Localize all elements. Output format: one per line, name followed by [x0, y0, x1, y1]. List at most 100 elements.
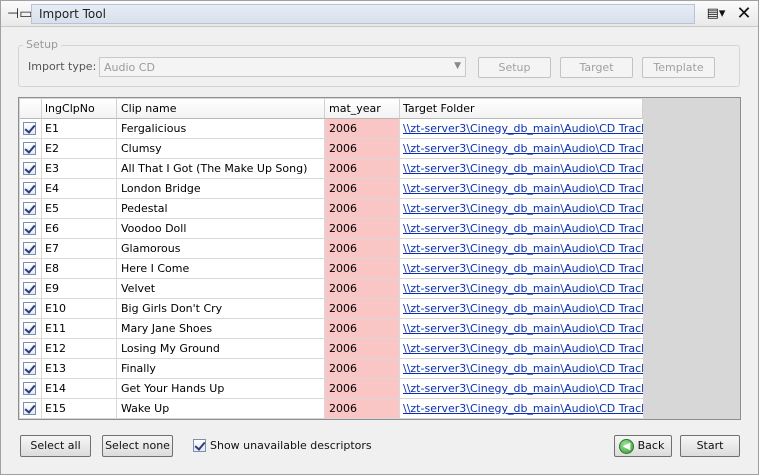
mat-year-cell[interactable]: 2006 [325, 179, 400, 199]
table-row[interactable]: E5 Pedestal 2006 \\zt-server3\Cinegy_db_mai… [20, 199, 643, 219]
mat-year-cell[interactable]: 2006 [325, 139, 400, 159]
mat-year-cell[interactable]: 2006 [325, 239, 400, 259]
target-folder-link[interactable]: \\zt-server3\Cinegy_db_main\Audio\CD Tra… [400, 279, 643, 299]
target-folder-link[interactable]: \\zt-server3\Cinegy_db_main\Audio\CD Tra… [400, 299, 643, 319]
target-folder-link[interactable]: \\zt-server3\Cinegy_db_main\Audio\CD Tra… [400, 219, 643, 239]
table-row[interactable]: E1 Fergalicious 2006 \\zt-server3\Cinegy_db… [20, 119, 643, 139]
template-button[interactable]: Template [642, 57, 715, 78]
row-checkbox[interactable] [23, 362, 36, 375]
row-checkbox[interactable] [23, 222, 36, 235]
clip-name-cell[interactable]: Glamorous [117, 239, 325, 259]
clip-number-cell[interactable]: E9 [42, 279, 117, 299]
clip-number-cell[interactable]: E5 [42, 199, 117, 219]
row-checkbox[interactable] [23, 342, 36, 355]
header-clip-name[interactable]: Clip name [117, 99, 325, 119]
clip-name-cell[interactable]: Wake Up [117, 399, 325, 419]
clip-name-cell[interactable]: Here I Come [117, 259, 325, 279]
mat-year-cell[interactable]: 2006 [325, 259, 400, 279]
table-row[interactable]: E13 Finally 2006 \\zt-server3\Cinegy_db_mai… [20, 359, 643, 379]
row-checkbox[interactable] [23, 182, 36, 195]
mat-year-cell[interactable]: 2006 [325, 279, 400, 299]
clip-name-cell[interactable]: Clumsy [117, 139, 325, 159]
table-row[interactable]: E14 Get Your Hands Up 2006 \\zt-server3\Cin… [20, 379, 643, 399]
row-checkbox[interactable] [23, 122, 36, 135]
start-button[interactable]: Start [680, 435, 740, 457]
table-row[interactable]: E3 All That I Got (The Make Up Song) 2006 \… [20, 159, 643, 179]
row-checkbox[interactable] [23, 202, 36, 215]
header-mat-year[interactable]: mat_year [325, 99, 400, 119]
table-row[interactable]: E15 Wake Up 2006 \\zt-server3\Cinegy_db_mai… [20, 399, 643, 419]
header-lngclpno[interactable]: lngClpNo [42, 99, 117, 119]
target-folder-link[interactable]: \\zt-server3\Cinegy_db_main\Audio\CD Tra… [400, 379, 643, 399]
row-checkbox[interactable] [23, 302, 36, 315]
table-row[interactable]: E12 Losing My Ground 2006 \\zt-server3\Cine… [20, 339, 643, 359]
row-checkbox[interactable] [23, 402, 36, 415]
clip-name-cell[interactable]: Mary Jane Shoes [117, 319, 325, 339]
row-checkbox[interactable] [23, 142, 36, 155]
table-row[interactable]: E8 Here I Come 2006 \\zt-server3\Cinegy_db_… [20, 259, 643, 279]
clip-name-cell[interactable]: Big Girls Don't Cry [117, 299, 325, 319]
target-folder-link[interactable]: \\zt-server3\Cinegy_db_main\Audio\CD Tra… [400, 199, 643, 219]
mat-year-cell[interactable]: 2006 [325, 159, 400, 179]
clip-name-cell[interactable]: Fergalicious [117, 119, 325, 139]
row-checkbox[interactable] [23, 382, 36, 395]
mat-year-cell[interactable]: 2006 [325, 319, 400, 339]
clip-number-cell[interactable]: E10 [42, 299, 117, 319]
clip-name-cell[interactable]: Get Your Hands Up [117, 379, 325, 399]
clip-name-cell[interactable]: Voodoo Doll [117, 219, 325, 239]
clip-name-cell[interactable]: London Bridge [117, 179, 325, 199]
row-checkbox[interactable] [23, 282, 36, 295]
clip-name-cell[interactable]: Finally [117, 359, 325, 379]
table-row[interactable]: E4 London Bridge 2006 \\zt-server3\Cinegy_d… [20, 179, 643, 199]
target-button[interactable]: Target [560, 57, 633, 78]
clip-number-cell[interactable]: E14 [42, 379, 117, 399]
target-folder-link[interactable]: \\zt-server3\Cinegy_db_main\Audio\CD Tra… [400, 139, 643, 159]
table-row[interactable]: E7 Glamorous 2006 \\zt-server3\Cinegy_db_ma… [20, 239, 643, 259]
target-folder-link[interactable]: \\zt-server3\Cinegy_db_main\Audio\CD Tra… [400, 239, 643, 259]
target-folder-link[interactable]: \\zt-server3\Cinegy_db_main\Audio\CD Tra… [400, 319, 643, 339]
mat-year-cell[interactable]: 2006 [325, 359, 400, 379]
back-button[interactable]: ◀ Back [614, 435, 672, 457]
clip-number-cell[interactable]: E1 [42, 119, 117, 139]
select-all-button[interactable]: Select all [20, 435, 91, 457]
clip-number-cell[interactable]: E13 [42, 359, 117, 379]
mat-year-cell[interactable]: 2006 [325, 219, 400, 239]
clip-name-cell[interactable]: All That I Got (The Make Up Song) [117, 159, 325, 179]
setup-button[interactable]: Setup [478, 57, 551, 78]
show-unavailable-checkbox[interactable] [193, 439, 206, 452]
target-folder-link[interactable]: \\zt-server3\Cinegy_db_main\Audio\CD Tra… [400, 159, 643, 179]
clip-number-cell[interactable]: E11 [42, 319, 117, 339]
table-row[interactable]: E10 Big Girls Don't Cry 2006 \\zt-server3\C… [20, 299, 643, 319]
target-folder-link[interactable]: \\zt-server3\Cinegy_db_main\Audio\CD Tra… [400, 259, 643, 279]
table-row[interactable]: E9 Velvet 2006 \\zt-server3\Cinegy_db_main\… [20, 279, 643, 299]
table-row[interactable]: E11 Mary Jane Shoes 2006 \\zt-server3\Cineg… [20, 319, 643, 339]
clip-number-cell[interactable]: E3 [42, 159, 117, 179]
table-row[interactable]: E2 Clumsy 2006 \\zt-server3\Cinegy_db_main\… [20, 139, 643, 159]
close-icon[interactable]: ✕ [734, 5, 754, 23]
clip-name-cell[interactable]: Losing My Ground [117, 339, 325, 359]
clip-number-cell[interactable]: E15 [42, 399, 117, 419]
row-checkbox[interactable] [23, 242, 36, 255]
target-folder-link[interactable]: \\zt-server3\Cinegy_db_main\Audio\CD Tra… [400, 339, 643, 359]
properties-dropdown-icon[interactable]: ▤▾ [701, 5, 731, 23]
mat-year-cell[interactable]: 2006 [325, 199, 400, 219]
mat-year-cell[interactable]: 2006 [325, 339, 400, 359]
clip-number-cell[interactable]: E12 [42, 339, 117, 359]
target-folder-link[interactable]: \\zt-server3\Cinegy_db_main\Audio\CD Tra… [400, 359, 643, 379]
target-folder-link[interactable]: \\zt-server3\Cinegy_db_main\Audio\CD Tra… [400, 179, 643, 199]
row-checkbox[interactable] [23, 262, 36, 275]
clip-number-cell[interactable]: E8 [42, 259, 117, 279]
clip-number-cell[interactable]: E6 [42, 219, 117, 239]
row-checkbox[interactable] [23, 322, 36, 335]
mat-year-cell[interactable]: 2006 [325, 299, 400, 319]
select-none-button[interactable]: Select none [102, 435, 173, 457]
clip-number-cell[interactable]: E2 [42, 139, 117, 159]
clip-name-cell[interactable]: Velvet [117, 279, 325, 299]
header-target-folder[interactable]: Target Folder [400, 99, 643, 119]
clip-number-cell[interactable]: E4 [42, 179, 117, 199]
mat-year-cell[interactable]: 2006 [325, 399, 400, 419]
target-folder-link[interactable]: \\zt-server3\Cinegy_db_main\Audio\CD Tra… [400, 119, 643, 139]
target-folder-link[interactable]: \\zt-server3\Cinegy_db_main\Audio\CD Tra… [400, 399, 643, 419]
pin-icon[interactable]: ⊣▭ [7, 5, 32, 23]
clip-name-cell[interactable]: Pedestal [117, 199, 325, 219]
